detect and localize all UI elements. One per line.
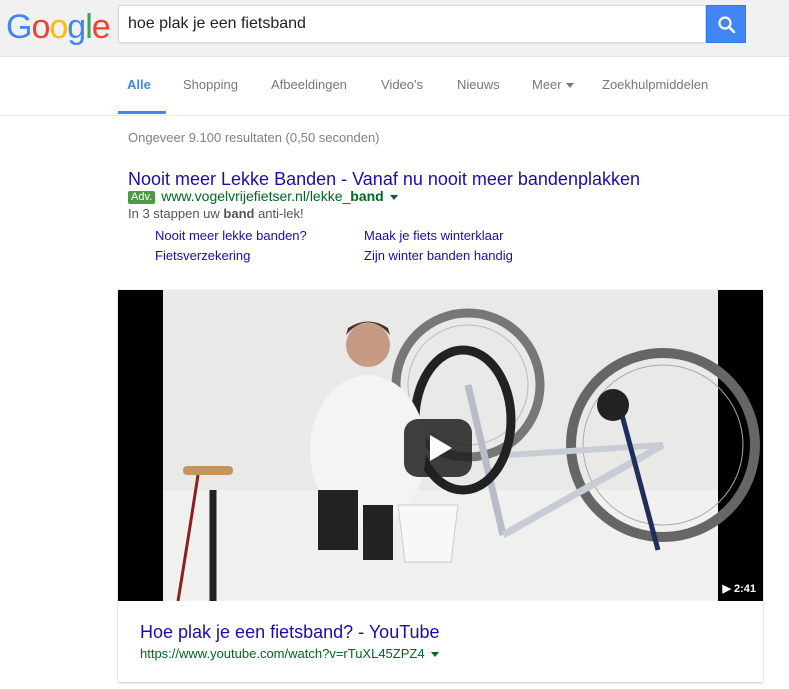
tab-videos[interactable]: Video's [381,77,423,93]
ad-url-prefix: www.vogelvrijefietser.nl/lekke_ [161,188,351,204]
active-tab-indicator [118,111,166,114]
ad-desc-prefix: In 3 stappen uw [128,206,224,221]
play-button[interactable] [404,419,472,477]
search-box [118,5,706,43]
logo-letter: g [67,8,86,46]
google-logo[interactable]: Google [6,8,111,46]
video-result-card: ▶ 2:41 Hoe plak je een fietsband? - YouT… [118,290,763,682]
ad-url-line: Adv. www.vogelvrijefietser.nl/lekke_band [128,188,398,205]
video-thumbnail[interactable]: ▶ 2:41 [118,290,763,601]
search-button[interactable] [706,5,746,43]
ad-description: In 3 stappen uw band anti-lek! [128,206,304,221]
video-url-dropdown-icon[interactable] [430,652,439,658]
tab-shopping[interactable]: Shopping [183,77,238,93]
search-tabs: Alle Shopping Afbeeldingen Video's Nieuw… [0,57,789,116]
ad-title-link[interactable]: Nooit meer Lekke Banden - Vanaf nu nooit… [128,168,640,190]
tab-alle[interactable]: Alle [127,77,151,93]
ad-url-dropdown-icon[interactable] [389,194,398,200]
search-icon [718,16,736,34]
sitelink-lekke-banden[interactable]: Nooit meer lekke banden? [155,228,307,243]
logo-letter: o [31,8,50,46]
video-duration: ▶ 2:41 [719,582,759,597]
ad-desc-suffix: anti-lek! [254,206,304,221]
sitelink-fietsverzekering[interactable]: Fietsverzekering [155,248,250,263]
play-small-icon: ▶ [722,583,731,595]
result-stats: Ongeveer 9.100 resultaten (0,50 seconden… [128,130,380,145]
logo-letter: o [49,8,68,46]
video-title-link[interactable]: Hoe plak je een fietsband? - YouTube [140,622,440,643]
logo-letter: e [91,8,111,46]
tab-zoekhulpmiddelen[interactable]: Zoekhulpmiddelen [602,77,708,93]
sitelink-winter-banden[interactable]: Zijn winter banden handig [364,248,513,263]
video-url-text[interactable]: https://www.youtube.com/watch?v=rTuXL45Z… [140,646,425,661]
search-input[interactable] [119,6,705,42]
tab-afbeeldingen[interactable]: Afbeeldingen [271,77,347,93]
tab-meer[interactable]: Meer [532,77,574,93]
chevron-down-icon [565,83,574,89]
logo-letter: G [6,8,32,46]
sitelink-winterklaar[interactable]: Maak je fiets winterklaar [364,228,503,243]
top-bar: Google [0,0,789,57]
ad-url-bold: band [350,188,384,204]
ad-badge: Adv. [128,191,156,204]
tab-nieuws[interactable]: Nieuws [457,77,500,93]
video-duration-text: 2:41 [733,583,756,595]
tab-meer-label: Meer [532,77,562,92]
video-url: https://www.youtube.com/watch?v=rTuXL45Z… [140,646,439,661]
ad-url[interactable]: www.vogelvrijefietser.nl/lekke_band [161,188,384,204]
ad-desc-bold: band [223,206,255,221]
